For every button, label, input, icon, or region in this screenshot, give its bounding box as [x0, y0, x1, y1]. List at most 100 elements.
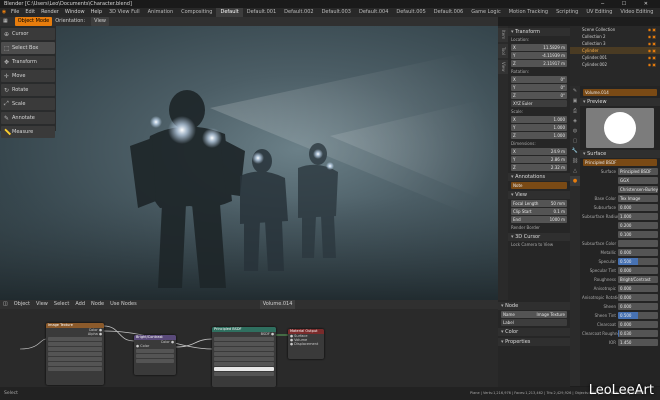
- property-value[interactable]: 1.450: [618, 338, 658, 346]
- object-tab-icon[interactable]: ▢: [570, 136, 580, 146]
- menu-render[interactable]: Render: [38, 8, 62, 17]
- property-value[interactable]: 0.100: [618, 230, 658, 238]
- workspace-tab[interactable]: Scripting: [552, 8, 582, 17]
- preview-section-header[interactable]: Preview: [580, 98, 660, 106]
- property-value[interactable]: 0.200: [618, 221, 658, 229]
- property-value[interactable]: [618, 239, 658, 247]
- visibility-icon[interactable]: ◉▣: [648, 47, 657, 54]
- node-section-header[interactable]: Node: [498, 302, 570, 310]
- menu-window[interactable]: Window: [62, 8, 88, 17]
- property-value[interactable]: 0.000: [618, 203, 658, 211]
- window-controls[interactable]: ─ ☐ ✕: [601, 0, 656, 8]
- property-value[interactable]: 1.000: [618, 212, 658, 220]
- workspace-tab[interactable]: Default: [216, 8, 243, 17]
- rotation-x-field[interactable]: X 0°: [511, 76, 567, 83]
- constraint-tab-icon[interactable]: ⛓: [570, 156, 580, 166]
- visibility-icon[interactable]: ◉▣: [648, 40, 657, 47]
- node-material-output[interactable]: Material Output ● Surface ● Volume ● Dis…: [288, 329, 324, 359]
- color-section-header[interactable]: Color: [498, 328, 570, 336]
- node-bright-contrast[interactable]: Bright/Contrast Color ● ● Color: [134, 335, 176, 375]
- lock-camera-checkbox[interactable]: Lock Camera to View: [508, 241, 570, 248]
- workspace-tab[interactable]: Default.002: [280, 8, 317, 17]
- property-value[interactable]: 0.500: [618, 257, 658, 265]
- focal-length-field[interactable]: Focal Length 50 mm: [511, 200, 567, 207]
- property-value[interactable]: 0.000: [618, 284, 658, 292]
- properties-section-header[interactable]: Properties: [498, 338, 570, 346]
- data-tab-icon[interactable]: △: [570, 166, 580, 176]
- workspace-tab[interactable]: Compositing: [177, 8, 216, 17]
- render-tab-icon[interactable]: ▣: [570, 96, 580, 106]
- sidebar-tab-view[interactable]: View: [498, 60, 508, 74]
- visibility-icon[interactable]: ◉▣: [648, 61, 657, 68]
- outliner-row[interactable]: Cylinder.001 ◉▣: [570, 54, 660, 61]
- workspace-tab[interactable]: Default.001: [243, 8, 280, 17]
- property-value[interactable]: 0.000: [618, 320, 658, 328]
- workspace-tab[interactable]: Game Logic: [467, 8, 505, 17]
- workspace-tab[interactable]: Motion Tracking: [505, 8, 552, 17]
- mode-selector[interactable]: Object Mode: [14, 17, 53, 26]
- property-value[interactable]: GGX: [618, 176, 658, 184]
- tool-transform[interactable]: ✥ Transform: [1, 56, 55, 68]
- scene-tab-icon[interactable]: ◈: [570, 116, 580, 126]
- workspace-tab[interactable]: Animation: [144, 8, 178, 17]
- location-x-field[interactable]: X 11.5829 m: [511, 44, 567, 51]
- dimensions-x-field[interactable]: X 24.9 m: [511, 148, 567, 155]
- tool-measure[interactable]: 📏 Measure: [1, 126, 55, 138]
- menu-help[interactable]: Help: [88, 8, 105, 17]
- property-value[interactable]: Tex Image: [618, 194, 658, 202]
- workspace-tab[interactable]: Default.004: [355, 8, 392, 17]
- node-principled-bsdf[interactable]: Principled BSDF BSDF ●: [212, 327, 276, 387]
- property-value[interactable]: 0.000: [618, 266, 658, 274]
- visibility-icon[interactable]: ◉▣: [648, 26, 657, 33]
- rotation-z-field[interactable]: Z 0°: [511, 92, 567, 99]
- node-menu-node[interactable]: Node: [88, 300, 107, 309]
- node-name-field[interactable]: Name Image Texture: [501, 311, 567, 318]
- blender-logo-icon[interactable]: ◉: [0, 8, 8, 17]
- sidebar-tab-item[interactable]: Item: [498, 28, 508, 42]
- property-value[interactable]: Bright/Contrast: [618, 275, 658, 283]
- node-editor[interactable]: Image Texture Color ● Alpha ● Bright/Con…: [0, 309, 498, 387]
- workspace-tab[interactable]: 3D View Full: [105, 8, 144, 17]
- property-value[interactable]: 0.030: [618, 329, 658, 337]
- node-menu-add[interactable]: Add: [72, 300, 88, 309]
- tool-select-box[interactable]: ⬚ Select Box: [1, 42, 55, 54]
- tool-tab-icon[interactable]: ✎: [570, 86, 580, 96]
- workspace-tab[interactable]: Default.005: [392, 8, 429, 17]
- dimensions-z-field[interactable]: Z 2.32 m: [511, 164, 567, 171]
- sidebar-tab-tool[interactable]: Tool: [498, 44, 508, 58]
- outliner-row[interactable]: Collection 3 ◉▣: [570, 40, 660, 47]
- tool-annotate[interactable]: ✎ Annotate: [1, 112, 55, 124]
- menu-file[interactable]: File: [8, 8, 22, 17]
- property-value[interactable]: 0.000: [618, 248, 658, 256]
- material-tab-icon[interactable]: ●: [570, 176, 580, 186]
- tool-cursor[interactable]: ⊕ Cursor: [1, 28, 55, 40]
- property-value[interactable]: 0.000: [618, 293, 658, 301]
- clip-start-field[interactable]: Clip Start 0.1 m: [511, 208, 567, 215]
- tool-move[interactable]: ✛ Move: [1, 70, 55, 82]
- outliner-row[interactable]: Cylinder ◉▣: [570, 47, 660, 54]
- property-value[interactable]: Principled BSDF: [618, 167, 658, 175]
- location-z-field[interactable]: Z 2.11917 m: [511, 60, 567, 67]
- workspace-tab[interactable]: Video Editing: [616, 8, 657, 17]
- 3d-viewport[interactable]: [0, 26, 498, 300]
- visibility-icon[interactable]: ◉▣: [648, 33, 657, 40]
- editor-type-icon[interactable]: ▦: [0, 17, 11, 26]
- node-editor-type-icon[interactable]: ◫: [0, 300, 11, 309]
- tool-rotate[interactable]: ↻ Rotate: [1, 84, 55, 96]
- transform-section-header[interactable]: Transform: [508, 28, 570, 36]
- node-menu-select[interactable]: Select: [51, 300, 72, 309]
- node-menu-use-nodes[interactable]: Use Nodes: [107, 300, 140, 309]
- workspace-tab[interactable]: Default.006: [430, 8, 467, 17]
- workspace-tab[interactable]: Default.003: [318, 8, 355, 17]
- workspace-tab[interactable]: UV Editing: [582, 8, 616, 17]
- render-border-checkbox[interactable]: Render Border: [508, 224, 570, 231]
- outliner-row[interactable]: Cylinder.002 ◉▣: [570, 61, 660, 68]
- property-value[interactable]: 0.500: [618, 311, 658, 319]
- 3d-cursor-section-header[interactable]: 3D Cursor: [508, 233, 570, 241]
- node-image-texture[interactable]: Image Texture Color ● Alpha ●: [46, 323, 104, 385]
- annotations-section-header[interactable]: Annotations: [508, 173, 570, 181]
- node-menu-view[interactable]: View: [33, 300, 51, 309]
- tool-scale[interactable]: ⤢ Scale: [1, 98, 55, 110]
- material-name-field[interactable]: Volume.014: [583, 89, 657, 96]
- property-value[interactable]: Christensen-Burley: [618, 185, 658, 193]
